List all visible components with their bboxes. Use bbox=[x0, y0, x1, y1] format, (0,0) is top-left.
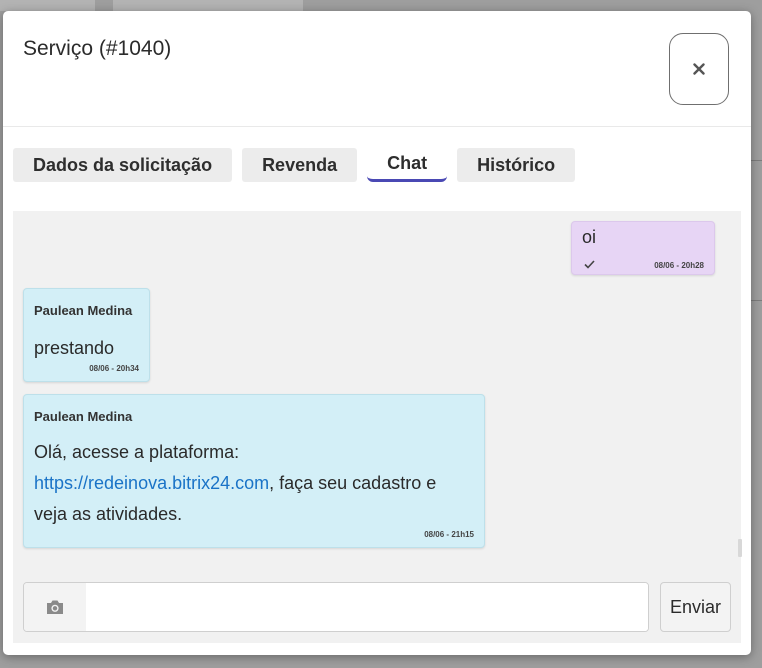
message-line-text: , faça seu cadastro e bbox=[269, 473, 437, 493]
chat-message-own: oi 08/06 - 20h28 bbox=[571, 221, 715, 275]
send-button[interactable]: Enviar bbox=[660, 582, 731, 632]
tab-dados-da-solicitacao[interactable]: Dados da solicitação bbox=[13, 148, 233, 182]
tab-revenda[interactable]: Revenda bbox=[242, 148, 358, 182]
message-time: 08/06 - 20h28 bbox=[654, 261, 704, 270]
message-link[interactable]: https://redeinova.bitrix24.com bbox=[34, 473, 269, 493]
message-line: Olá, acesse a plataforma: bbox=[34, 442, 240, 462]
chat-message-other: Paulean Medina prestando 08/06 - 20h34 bbox=[23, 288, 150, 382]
service-modal: Serviço (#1040) Dados da solicitação Rev… bbox=[3, 11, 751, 655]
message-text: oi bbox=[582, 227, 597, 247]
message-text: Olá, acesse a plataforma: https://redein… bbox=[34, 437, 474, 530]
message-time: 08/06 - 20h34 bbox=[89, 364, 139, 373]
background-fragment bbox=[113, 0, 303, 11]
background-fragment bbox=[0, 0, 95, 11]
message-line: veja as atividades. bbox=[34, 504, 183, 524]
modal-header: Serviço (#1040) bbox=[3, 11, 751, 127]
background-divider bbox=[751, 160, 762, 161]
message-author: Paulean Medina bbox=[34, 409, 133, 424]
close-button[interactable] bbox=[669, 33, 729, 105]
tab-historico[interactable]: Histórico bbox=[457, 148, 576, 182]
message-text: prestando bbox=[34, 338, 115, 358]
camera-button[interactable] bbox=[24, 583, 86, 631]
chat-messages-area[interactable]: oi 08/06 - 20h28 Paulean Medina prestand… bbox=[13, 211, 742, 643]
message-line: https://redeinova.bitrix24.com, faça seu… bbox=[34, 468, 474, 499]
close-icon bbox=[693, 63, 705, 75]
camera-icon bbox=[47, 600, 63, 614]
chat-message-other: Paulean Medina Olá, acesse a plataforma:… bbox=[23, 394, 485, 548]
message-time: 08/06 - 21h15 bbox=[424, 530, 474, 539]
tab-chat[interactable]: Chat bbox=[367, 148, 448, 182]
message-input[interactable] bbox=[86, 583, 648, 631]
tab-bar: Dados da solicitação Revenda Chat Histór… bbox=[13, 148, 576, 182]
check-icon bbox=[584, 260, 595, 269]
message-author: Paulean Medina bbox=[34, 303, 133, 318]
chat-scrollbar[interactable] bbox=[738, 539, 742, 557]
modal-title: Serviço (#1040) bbox=[23, 37, 172, 60]
background-divider bbox=[751, 300, 762, 301]
message-composer bbox=[23, 582, 649, 632]
